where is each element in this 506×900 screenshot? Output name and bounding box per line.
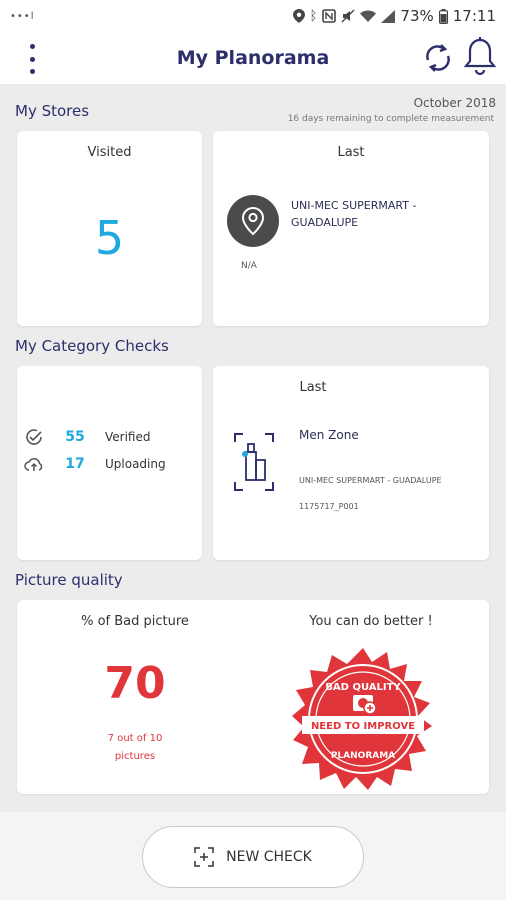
verified-check-icon (26, 429, 42, 445)
new-check-button[interactable]: NEW CHECK (142, 826, 364, 888)
more-vert-icon[interactable] (22, 44, 42, 74)
quality-advice: You can do better ! (309, 614, 433, 629)
bad-picture-panel: % of Bad picture 70 7 out of 10 pictures (17, 600, 253, 794)
verified-count: 55 (65, 429, 85, 445)
status-icons: ᛒ 73% 17:11 (292, 7, 496, 25)
bottom-bar: NEW CHECK (0, 812, 506, 900)
svg-text:NEED TO IMPROVE: NEED TO IMPROVE (311, 721, 415, 732)
uploading-row: 17 Uploading (23, 453, 166, 475)
svg-text:PLANORAMA: PLANORAMA (331, 751, 395, 761)
last-store-status: N/A (241, 261, 257, 271)
store-pin-icon (227, 195, 279, 247)
quality-section-title: Picture quality (15, 571, 123, 589)
new-check-label: NEW CHECK (226, 849, 312, 865)
last-category-zone: Men Zone (299, 428, 359, 442)
last-category-code: 1175717_P001 (299, 502, 359, 511)
app-title: My Planorama (176, 47, 330, 69)
mute-icon (341, 9, 355, 23)
last-store-name: UNI-MEC SUPERMART - GUADALUPE (291, 199, 417, 229)
visited-label: Visited (87, 145, 132, 160)
bad-picture-label: % of Bad picture (81, 614, 189, 629)
stores-section-title: My Stores (15, 102, 90, 120)
nfc-icon (322, 9, 337, 23)
cloud-upload-icon (24, 457, 43, 471)
uploading-label: Uploading (105, 457, 166, 471)
app-bar: My Planorama (0, 32, 506, 84)
signal-icon (381, 9, 396, 23)
status-bar: •••l ᛒ 73% 17:11 (0, 0, 506, 32)
shelf-product-icon (234, 433, 274, 491)
bad-picture-percent: 70 (104, 658, 166, 709)
last-category-card[interactable]: Last Men Zone UNI-MEC SUPERMART - GUADAL… (213, 366, 489, 560)
last-category-label: Last (299, 380, 327, 395)
bell-icon[interactable] (463, 36, 497, 78)
categories-section-title: My Category Checks (15, 337, 169, 355)
uploading-count: 17 (65, 456, 85, 472)
location-icon (292, 9, 305, 23)
bad-picture-ratio-unit: pictures (114, 751, 156, 762)
bad-quality-stamp-icon: BAD QUALITY NEED TO IMPROVE PLANORAMA (292, 648, 432, 790)
bluetooth-icon: ᛒ (309, 8, 318, 24)
last-category-store: UNI-MEC SUPERMART - GUADALUPE (299, 476, 442, 485)
sync-icon[interactable] (420, 40, 456, 76)
last-store-card[interactable]: Last N/A UNI-MEC SUPERMART - GUADALUPE (213, 131, 489, 326)
last-store-label: Last (337, 145, 365, 160)
verified-row: 55 Verified (23, 426, 151, 448)
wifi-icon (360, 10, 377, 22)
visited-count: 5 (94, 211, 125, 265)
scan-add-icon (194, 847, 214, 867)
verified-label: Verified (105, 430, 151, 444)
battery-percent: 73% (400, 7, 434, 25)
stores-period: October 2018 (413, 96, 496, 110)
picture-quality-card[interactable]: % of Bad picture 70 7 out of 10 pictures… (17, 600, 489, 794)
status-notification-dots: •••l (10, 10, 35, 22)
status-time: 17:11 (452, 7, 496, 25)
category-counts-card[interactable]: 55 Verified 17 Uploading (17, 366, 202, 560)
svg-text:BAD QUALITY: BAD QUALITY (325, 682, 401, 693)
battery-icon (438, 8, 448, 24)
bad-picture-ratio: 7 out of 10 (107, 733, 163, 744)
visited-stores-card[interactable]: Visited 5 (17, 131, 202, 326)
stores-remaining-days: 16 days remaining to complete measuremen… (287, 114, 494, 124)
